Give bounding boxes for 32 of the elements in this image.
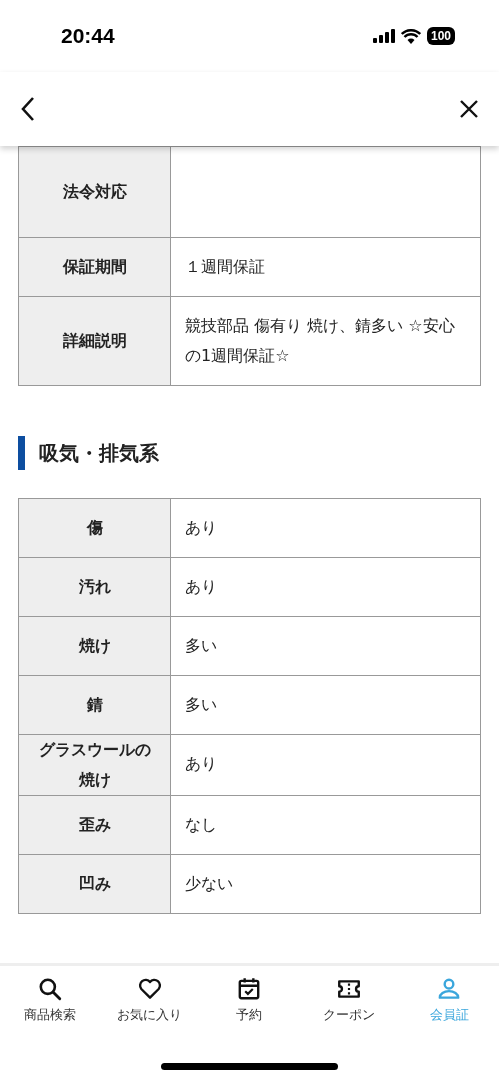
row-label: グラスウールの焼け (18, 734, 171, 796)
row-label: 傷 (18, 498, 171, 558)
row-label: 歪み (18, 795, 171, 855)
battery-level: 100 (426, 27, 455, 45)
back-icon[interactable] (20, 96, 36, 122)
close-icon[interactable] (459, 99, 479, 119)
heart-icon (136, 976, 163, 1002)
signal-icon (372, 29, 395, 43)
row-label: 錆 (18, 675, 171, 735)
section-title: 吸気・排気系 (39, 439, 159, 467)
row-value: １週間保証 (170, 237, 481, 297)
tab-bar-item[interactable]: クーポン (299, 976, 400, 1036)
row-label: 法令対応 (18, 146, 171, 238)
section-accent-bar (18, 436, 25, 470)
row-label: 焼け (18, 616, 171, 676)
status-time: 20:44 (61, 24, 115, 48)
row-label: 詳細説明 (18, 296, 171, 386)
tab-bar-item[interactable]: 予約 (199, 976, 300, 1036)
tab-bar-item[interactable]: 商品検索 (0, 976, 100, 1036)
wifi-icon (400, 28, 421, 44)
row-value: あり (170, 557, 481, 617)
row-label: 保証期間 (18, 237, 171, 297)
row-label: 汚れ (18, 557, 171, 617)
row-value: 競技部品 傷有り 焼け、錆多い ☆安心の1週間保証☆ (170, 296, 481, 386)
row-value: 少ない (170, 854, 481, 914)
row-value: なし (170, 795, 481, 855)
row-value: あり (170, 734, 481, 796)
tab-bar-item[interactable]: お気に入り (99, 976, 200, 1036)
row-value: あり (170, 498, 481, 558)
row-value: 多い (170, 675, 481, 735)
row-label: 凹み (18, 854, 171, 914)
row-value: 多い (170, 616, 481, 676)
